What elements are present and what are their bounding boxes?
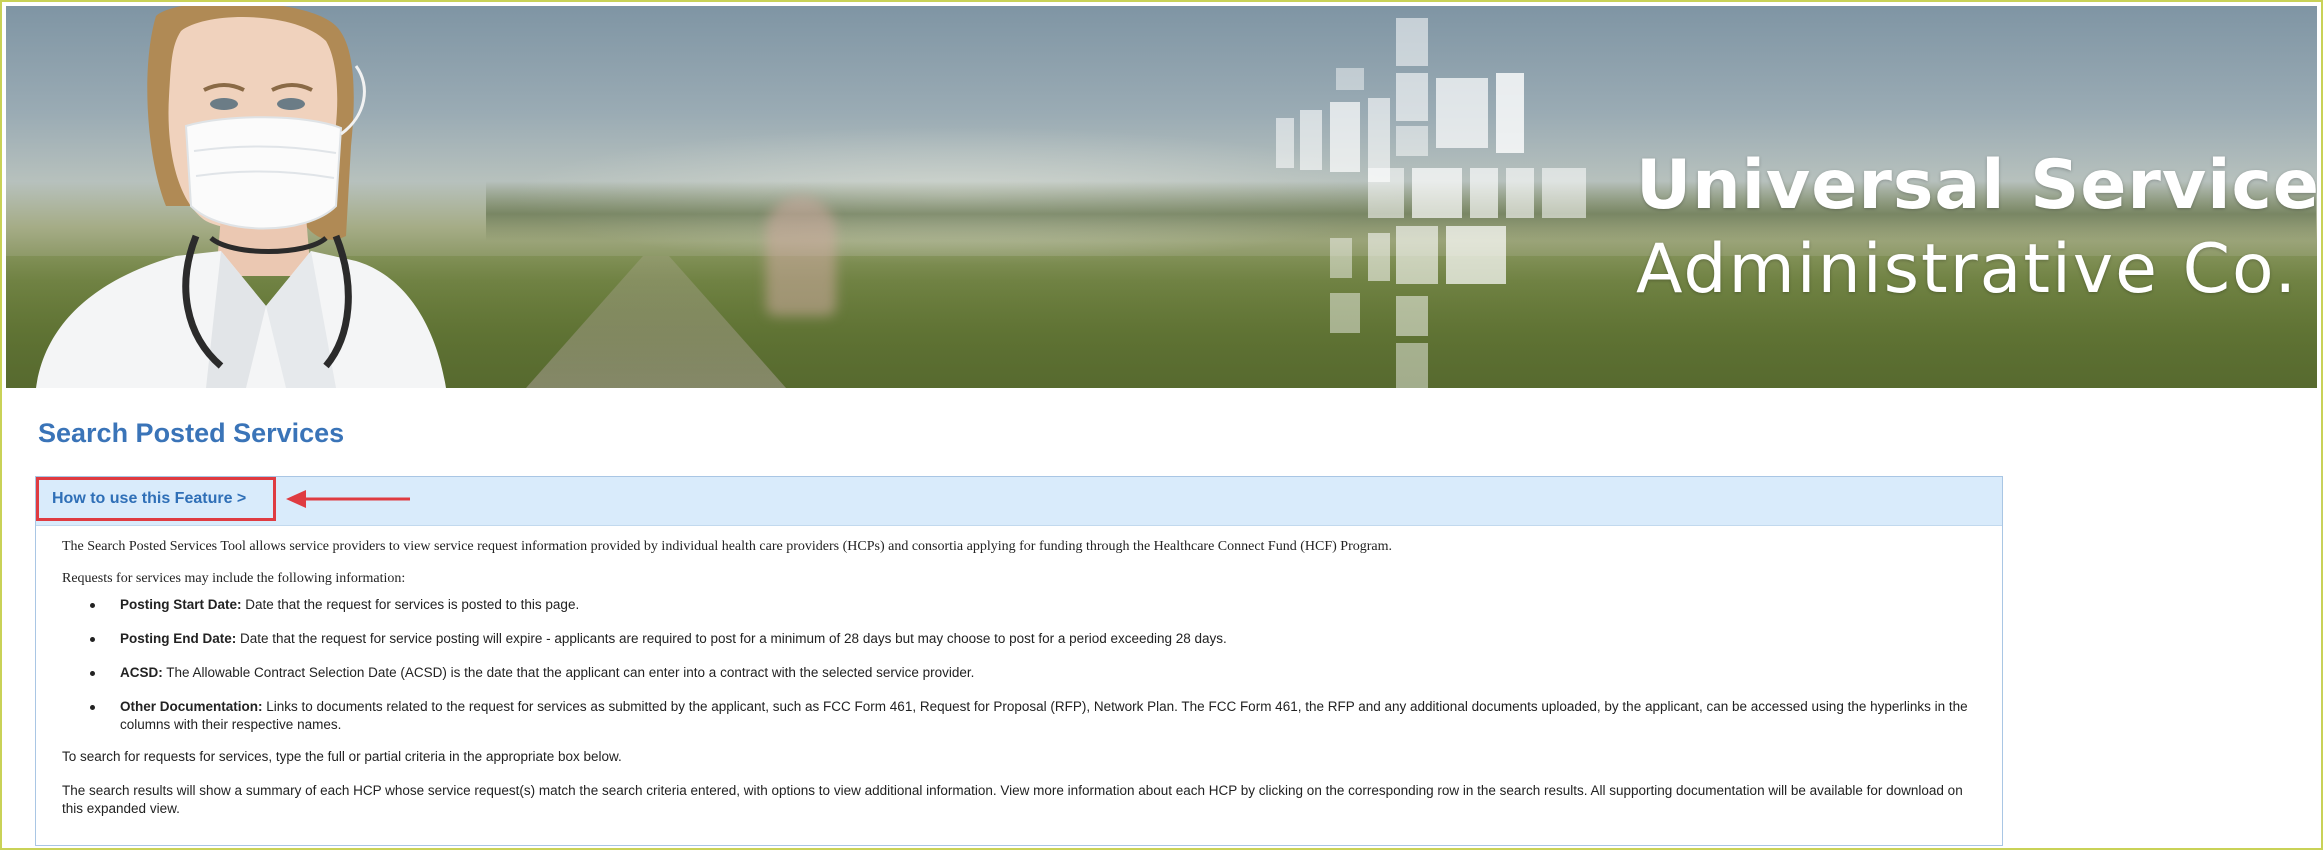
how-to-use-feature-toggle[interactable]: How to use this Feature > <box>36 477 276 521</box>
field-definitions-list: Posting Start Date: Date that the reques… <box>62 596 2002 734</box>
definition-text: The Allowable Contract Selection Date (A… <box>162 665 975 680</box>
definition-text: Date that the request for service postin… <box>236 631 1227 646</box>
definition-text: Date that the request for services is po… <box>241 597 580 612</box>
list-item: Posting End Date: Date that the request … <box>62 630 2000 648</box>
bullet-icon <box>90 637 95 642</box>
definition-term: Other Documentation: <box>120 699 263 714</box>
bullet-icon <box>90 603 95 608</box>
page-frame: Universal Service Administrative Co. Sea… <box>0 0 2323 850</box>
brand-line-2: Administrative Co. <box>1636 230 2299 309</box>
definition-term: ACSD: <box>120 665 163 680</box>
definition-term: Posting End Date: <box>120 631 237 646</box>
definition-text: Links to documents related to the reques… <box>120 699 1968 732</box>
page-title: Search Posted Services <box>38 418 345 448</box>
intro-text: The Search Posted Services Tool allows s… <box>62 539 1392 554</box>
results-note-text: The search results will show a summary o… <box>62 783 1963 816</box>
definition-term: Posting Start Date: <box>120 597 242 612</box>
nurse-illustration <box>36 6 446 388</box>
usac-logo-icon <box>1276 18 1586 388</box>
how-to-panel-body: The Search Posted Services Tool allows s… <box>36 526 2002 818</box>
banner-distant-figure <box>766 196 836 316</box>
list-item: ACSD: The Allowable Contract Selection D… <box>62 664 2000 682</box>
how-to-panel: How to use this Feature > The Search Pos… <box>35 476 2003 846</box>
usac-banner: Universal Service Administrative Co. <box>6 6 2317 388</box>
list-item: Other Documentation: Links to documents … <box>62 698 2000 734</box>
search-hint-text: To search for requests for services, typ… <box>62 749 622 764</box>
left-arrow-icon <box>286 490 410 508</box>
bullet-icon <box>90 705 95 710</box>
brand-line-1: Universal Service <box>1636 146 2317 225</box>
bullet-icon <box>90 671 95 676</box>
usac-wordmark: Universal Service Administrative Co. <box>1636 144 2317 312</box>
how-to-panel-header: How to use this Feature > <box>36 477 2002 526</box>
requests-intro-text: Requests for services may include the fo… <box>62 571 406 586</box>
list-item: Posting Start Date: Date that the reques… <box>62 596 2000 614</box>
